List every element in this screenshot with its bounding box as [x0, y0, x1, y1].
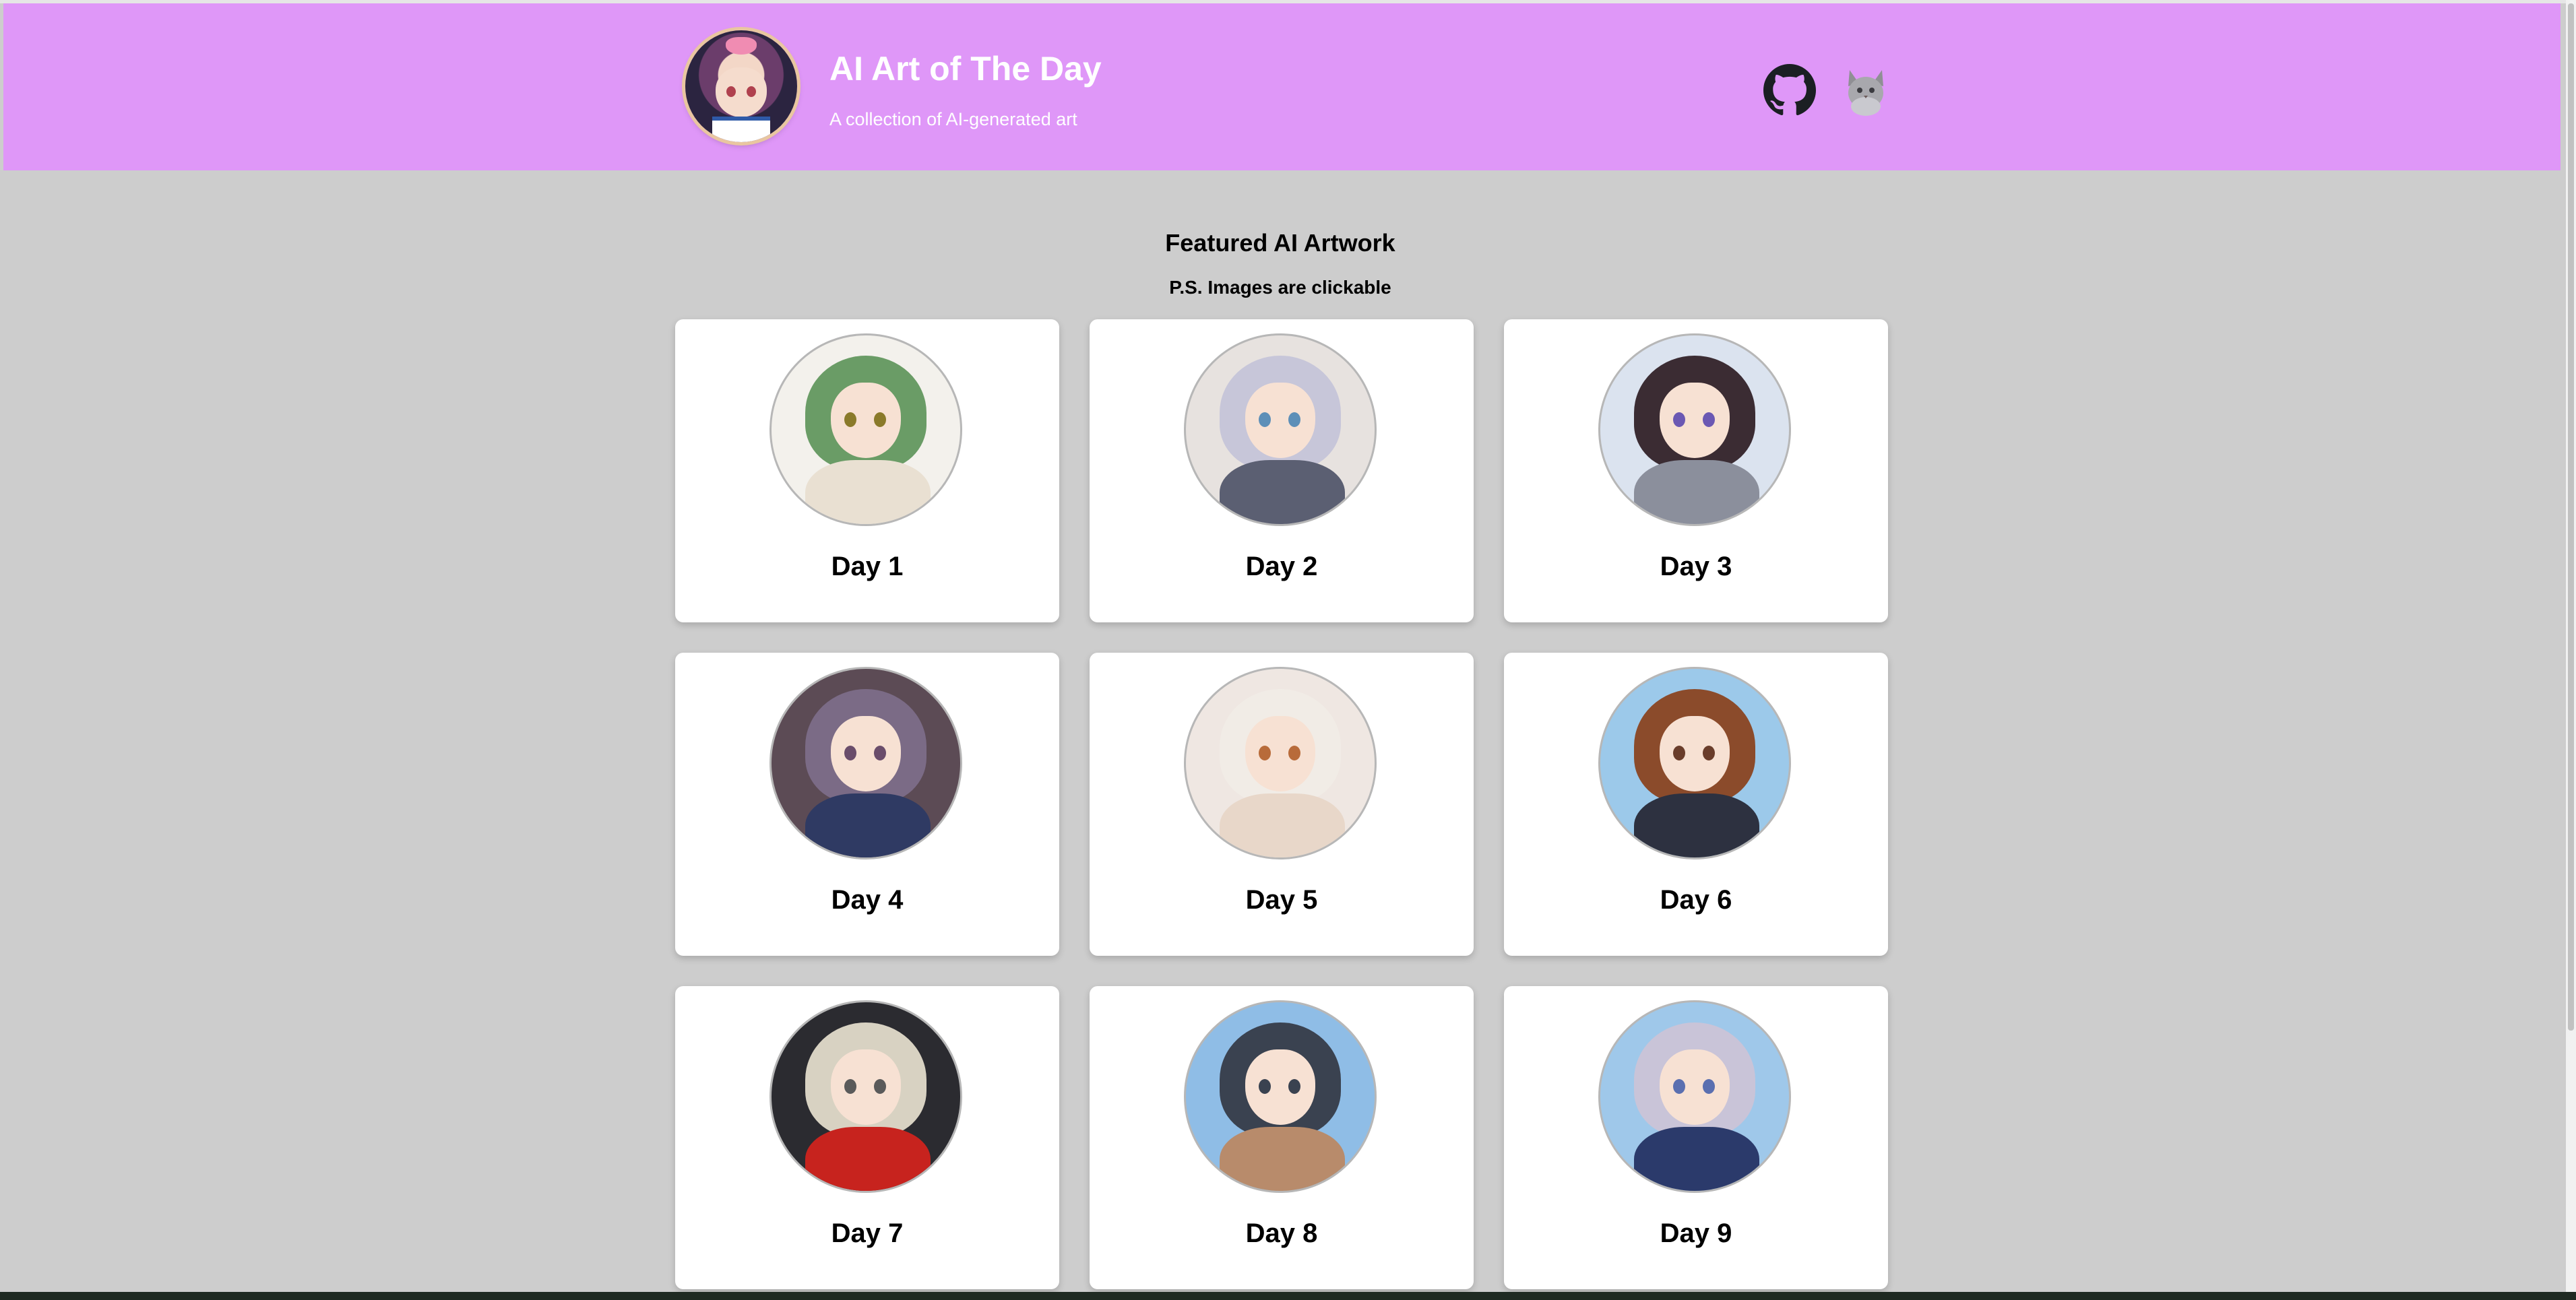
art-eye: [1288, 1079, 1300, 1094]
art-card[interactable]: Day 2: [1090, 319, 1474, 622]
art-eye: [1673, 746, 1685, 760]
art-card-label: Day 6: [1660, 885, 1732, 915]
art-eye: [874, 746, 886, 760]
art-eye: [1288, 412, 1300, 427]
art-face: [1660, 716, 1730, 791]
art-eye: [844, 1079, 856, 1094]
art-thumbnail[interactable]: [1598, 667, 1791, 859]
site-subtitle: A collection of AI-generated art: [829, 109, 1077, 129]
art-eye: [1259, 412, 1271, 427]
art-card[interactable]: Day 8: [1090, 986, 1474, 1289]
art-eye: [1673, 412, 1685, 427]
avatar-eye: [747, 86, 756, 97]
taskbar-edge: [0, 1292, 2576, 1300]
art-card-label: Day 1: [831, 552, 904, 581]
avatar-collar: [712, 117, 770, 142]
art-eye: [874, 1079, 886, 1094]
site-title: AI Art of The Day: [829, 50, 1102, 88]
bow-icon: [726, 37, 757, 55]
art-thumbnail[interactable]: [769, 667, 962, 859]
art-face: [1245, 383, 1315, 458]
art-eye: [874, 412, 886, 427]
art-body: [805, 460, 931, 524]
art-card-label: Day 7: [831, 1218, 904, 1248]
art-thumbnail[interactable]: [1184, 667, 1377, 859]
art-card-label: Day 4: [831, 885, 904, 915]
featured-note: P.S. Images are clickable: [1169, 277, 1391, 298]
art-face: [831, 383, 901, 458]
art-card[interactable]: Day 6: [1504, 653, 1888, 956]
art-card[interactable]: Day 3: [1504, 319, 1888, 622]
art-face: [1245, 1049, 1315, 1125]
avatar-eye: [726, 86, 736, 97]
art-face: [831, 1049, 901, 1125]
art-thumbnail[interactable]: [769, 1000, 962, 1193]
cat-avatar-link[interactable]: [1839, 63, 1893, 117]
art-card-label: Day 9: [1660, 1218, 1732, 1248]
art-face: [1245, 716, 1315, 791]
art-eye: [1259, 1079, 1271, 1094]
art-body: [1220, 1127, 1345, 1191]
art-thumbnail[interactable]: [1598, 1000, 1791, 1193]
art-card-label: Day 2: [1245, 552, 1318, 581]
site-header: AI Art of The Day A collection of AI-gen…: [3, 3, 2561, 170]
art-face: [831, 716, 901, 791]
featured-title: Featured AI Artwork: [1165, 229, 1395, 257]
art-card[interactable]: Day 5: [1090, 653, 1474, 956]
page-scrollbar[interactable]: [2566, 0, 2576, 1293]
art-card[interactable]: Day 4: [675, 653, 1059, 956]
art-thumbnail[interactable]: [1598, 333, 1791, 526]
art-eye: [1703, 1079, 1715, 1094]
art-body: [1220, 460, 1345, 524]
art-body: [1634, 1127, 1759, 1191]
art-card-label: Day 3: [1660, 552, 1732, 581]
art-eye: [1288, 746, 1300, 760]
art-card-label: Day 5: [1245, 885, 1318, 915]
avatar-face: [716, 67, 767, 117]
github-link[interactable]: [1763, 64, 1816, 117]
cat-avatar-icon: [1848, 70, 1883, 116]
site-logo[interactable]: [685, 30, 797, 142]
art-card-label: Day 8: [1245, 1218, 1318, 1248]
art-thumbnail[interactable]: [1184, 1000, 1377, 1193]
art-body: [805, 793, 931, 857]
art-eye: [844, 412, 856, 427]
art-body: [1634, 793, 1759, 857]
art-face: [1660, 383, 1730, 458]
art-body: [1220, 793, 1345, 857]
art-card[interactable]: Day 7: [675, 986, 1059, 1289]
github-icon: [1763, 64, 1816, 116]
art-thumbnail[interactable]: [1184, 333, 1377, 526]
art-eye: [1703, 746, 1715, 760]
art-thumbnail[interactable]: [769, 333, 962, 526]
art-face: [1660, 1049, 1730, 1125]
art-card[interactable]: Day 1: [675, 319, 1059, 622]
art-card[interactable]: Day 9: [1504, 986, 1888, 1289]
scrollbar-thumb[interactable]: [2568, 3, 2574, 1031]
art-eye: [844, 746, 856, 760]
art-body: [1634, 460, 1759, 524]
art-body: [805, 1127, 931, 1191]
art-eye: [1703, 412, 1715, 427]
art-eye: [1259, 746, 1271, 760]
art-eye: [1673, 1079, 1685, 1094]
